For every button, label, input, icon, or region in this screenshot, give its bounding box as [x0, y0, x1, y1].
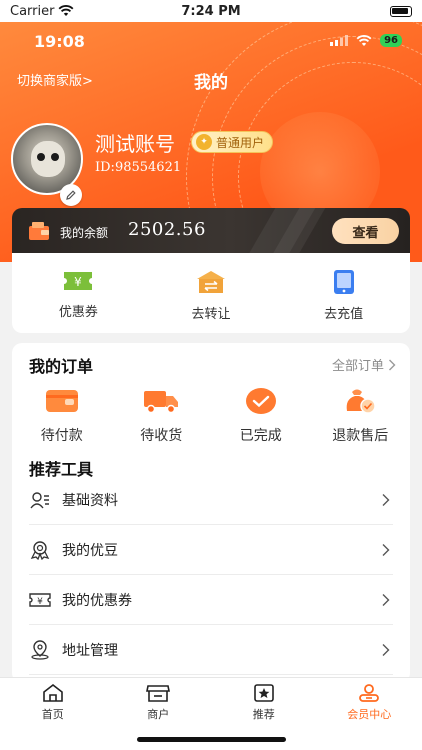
member-level-label: 普通用户 [216, 135, 265, 150]
member-icon [359, 684, 380, 702]
orders-title: 我的订单 [29, 357, 94, 376]
username: 测试账号 [95, 132, 175, 156]
shield-icon: ✦ [196, 134, 212, 150]
order-status-label: 待付款 [40, 428, 83, 444]
tool-label: 地址管理 [62, 642, 118, 659]
svg-text:¥: ¥ [37, 597, 43, 607]
order-status-label: 待收货 [140, 428, 183, 444]
tab-member-center[interactable]: 会员中心 [317, 678, 422, 750]
simulator-time: 7:24 PM [181, 3, 241, 19]
pencil-icon [66, 190, 76, 200]
orders-tools-card: 我的订单 全部订单 待付款 待收货 已完成 退款售后 推荐工具 基础资料 我的优… [12, 343, 410, 683]
location-icon [31, 639, 49, 660]
switch-merchant-link[interactable]: 切换商家版> [17, 70, 93, 89]
wifi-icon [356, 34, 372, 46]
check-icon [245, 388, 276, 414]
profile-icon [30, 491, 49, 508]
member-level-badge: ✦ 普通用户 [191, 131, 274, 153]
ticket-icon: ¥ [29, 592, 51, 607]
tool-label: 我的优惠券 [62, 592, 132, 609]
chevron-right-icon [382, 543, 390, 556]
battery-level: 96 [380, 34, 402, 47]
quick-action-label: 优惠券 [58, 305, 98, 320]
recharge-icon [333, 270, 354, 294]
all-orders-link[interactable]: 全部订单 [332, 355, 396, 374]
quick-actions: ¥ 优惠券 去转让 去充值 [12, 253, 410, 333]
order-status-label: 已完成 [239, 428, 282, 444]
quick-action-label: 去转让 [191, 307, 231, 322]
truck-icon [144, 391, 179, 414]
battery-icon [390, 5, 412, 17]
tab-label: 会员中心 [347, 708, 392, 721]
tool-row-coupons[interactable]: ¥ 我的优惠券 [29, 575, 393, 625]
carrier-label: Carrier [10, 3, 55, 19]
chevron-right-icon [382, 643, 390, 656]
tool-label: 基础资料 [62, 492, 118, 509]
avatar-eye [51, 153, 59, 161]
refund-icon [346, 389, 376, 414]
quick-action-recharge[interactable]: 去充值 [277, 253, 410, 333]
medal-icon [30, 540, 50, 560]
store-icon [146, 685, 171, 702]
balance-label: 我的余额 [60, 226, 109, 240]
wallet-icon [29, 222, 49, 240]
home-icon [42, 683, 63, 702]
order-completed[interactable]: 已完成 [211, 387, 311, 445]
tool-row-address[interactable]: 地址管理 [29, 625, 393, 675]
avatar-eye [37, 153, 45, 161]
quick-action-label: 去充值 [324, 307, 364, 322]
star-icon [253, 684, 274, 702]
chevron-right-icon [382, 493, 390, 506]
svg-text:¥: ¥ [75, 275, 83, 289]
tab-home[interactable]: 首页 [0, 678, 106, 750]
coupon-icon: ¥ [64, 272, 93, 290]
chevron-right-icon [382, 593, 390, 606]
app-status-bar: 19:08 96 [0, 32, 422, 52]
simulator-status-bar: Carrier 7:24 PM [0, 0, 422, 22]
quick-action-coupon[interactable]: ¥ 优惠券 [12, 253, 145, 333]
order-status-label: 退款售后 [332, 428, 389, 444]
signal-icon [330, 35, 349, 46]
edit-avatar-button[interactable] [60, 184, 82, 206]
page-title: 我的 [194, 73, 228, 93]
quick-action-transfer[interactable]: 去转让 [145, 253, 278, 333]
tool-label: 我的优豆 [62, 542, 118, 559]
tool-row-points[interactable]: 我的优豆 [29, 525, 393, 575]
chevron-right-icon [389, 359, 396, 370]
wifi-icon [59, 5, 74, 16]
status-time: 19:08 [34, 32, 85, 51]
transfer-icon [197, 271, 225, 293]
view-balance-button[interactable]: 查看 [332, 218, 399, 244]
order-status-row: 待付款 待收货 已完成 退款售后 [12, 387, 410, 445]
order-pending-receipt[interactable]: 待收货 [112, 387, 212, 445]
tool-row-profile[interactable]: 基础资料 [29, 475, 393, 525]
wallet-icon [45, 390, 78, 412]
all-orders-label: 全部订单 [331, 359, 384, 374]
balance-value: 2502.56 [128, 219, 206, 240]
balance-card: 我的余额 2502.56 查看 [12, 208, 410, 254]
user-id: ID:98554621 [95, 160, 182, 175]
tab-label: 推荐 [252, 708, 275, 721]
order-pending-payment[interactable]: 待付款 [12, 387, 112, 445]
order-refund[interactable]: 退款售后 [311, 387, 411, 445]
tab-label: 首页 [41, 708, 64, 721]
home-indicator [137, 737, 286, 742]
tab-label: 商户 [147, 708, 170, 721]
avatar-face [31, 141, 65, 177]
